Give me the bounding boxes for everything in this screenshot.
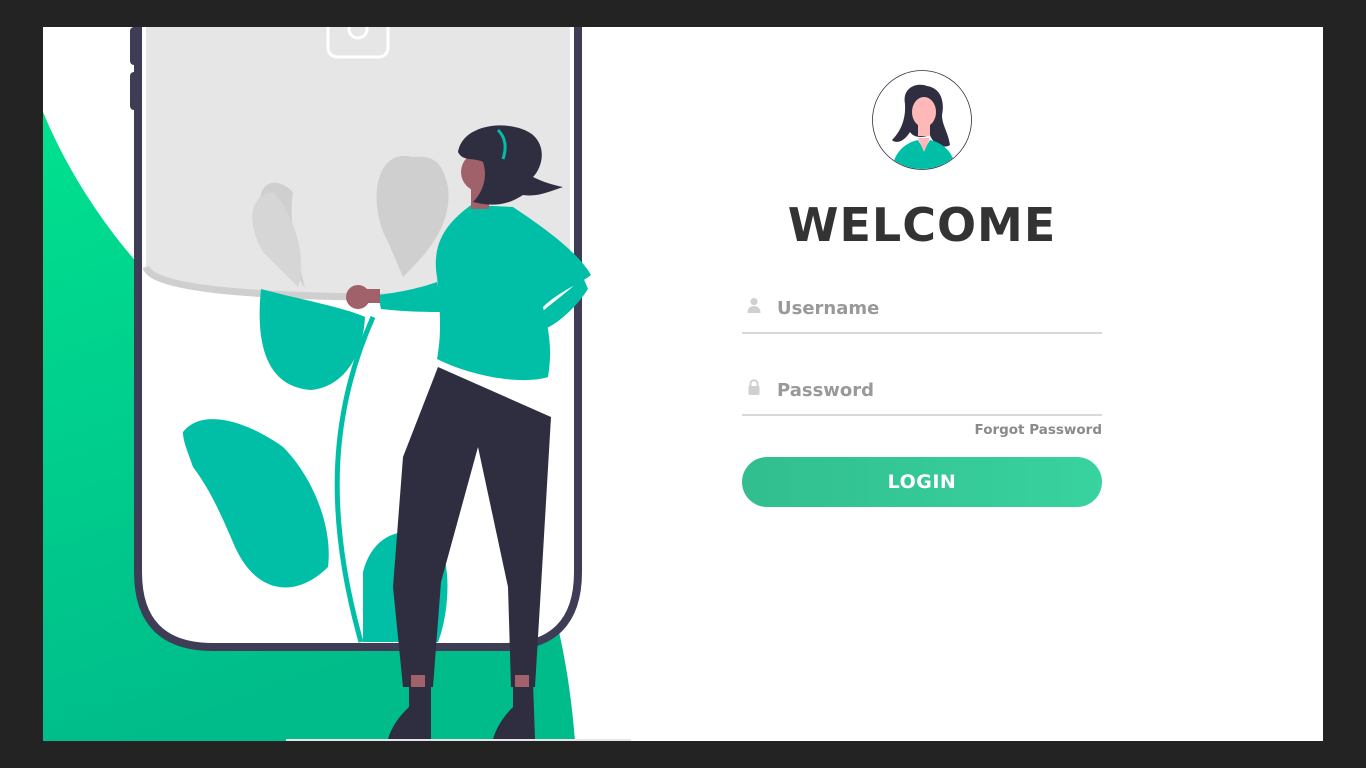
phone-woman-illustration — [43, 27, 591, 741]
username-input[interactable] — [777, 288, 1097, 328]
user-icon — [747, 298, 761, 313]
lock-icon — [748, 379, 760, 395]
password-field — [742, 370, 1102, 416]
avatar-icon — [872, 70, 972, 170]
username-field — [742, 288, 1102, 334]
bottom-rule — [286, 739, 631, 741]
password-input[interactable] — [777, 370, 1097, 410]
welcome-title: WELCOME — [787, 198, 1057, 252]
login-page: WELCOME Forgot Password LOGIN — [43, 27, 1323, 741]
login-button[interactable]: LOGIN — [742, 457, 1102, 507]
forgot-password-link[interactable]: Forgot Password — [975, 422, 1102, 438]
